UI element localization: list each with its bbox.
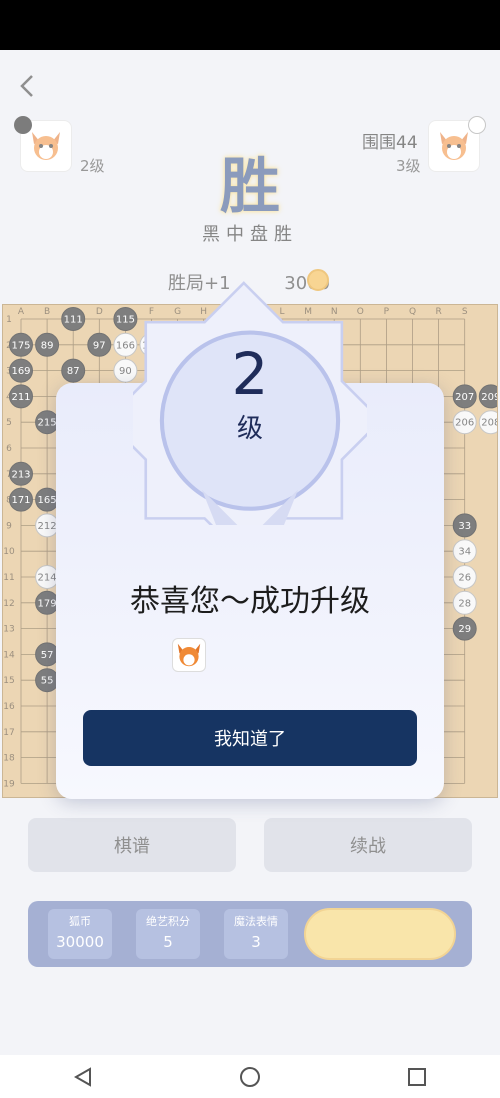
circle-home-icon: [239, 1066, 260, 1087]
game-result-screen: 2级 围围44 3级 胜 黑中盘胜 胜局+1 3000 ABCDEFGHJKLM…: [0, 50, 500, 1055]
nav-back-button[interactable]: [63, 1057, 103, 1097]
nav-recents-button[interactable]: [397, 1057, 437, 1097]
level-unit: 级: [236, 414, 263, 444]
nav-home-button[interactable]: [230, 1057, 270, 1097]
triangle-back-icon: [74, 1066, 92, 1087]
system-nav-bar: [0, 1055, 500, 1098]
confirm-button[interactable]: 我知道了: [83, 710, 417, 766]
fox-avatar-icon: [177, 643, 201, 667]
status-bar: [0, 0, 500, 50]
small-avatar: [172, 638, 206, 672]
level-number: 2: [231, 340, 269, 408]
levelup-message: 恭喜您～成功升级: [130, 584, 370, 619]
square-recents-icon: [407, 1067, 426, 1086]
